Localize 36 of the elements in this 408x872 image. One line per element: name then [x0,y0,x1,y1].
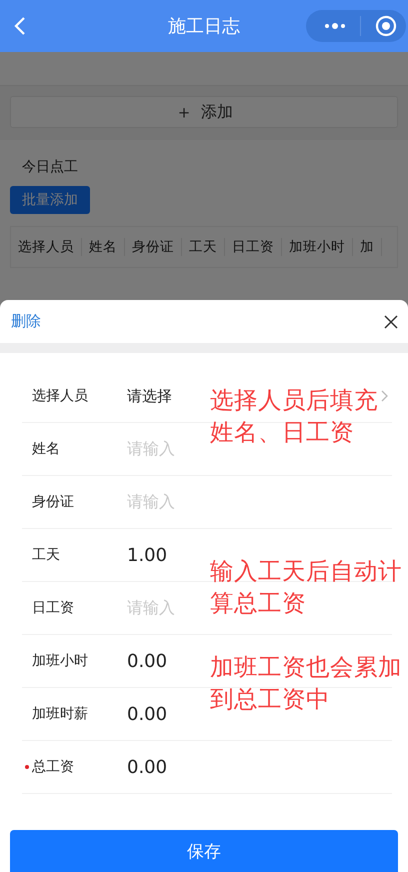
annotation-text: 输入工天后自动计 [210,556,402,587]
column-header: 加 [353,238,382,256]
annotation-text: 加班工资也会累加 [210,652,402,683]
annotation-text: 选择人员后填充 [210,385,378,416]
target-icon[interactable] [375,15,397,37]
batch-add-button[interactable]: 批量添加 [10,186,90,214]
save-button[interactable]: 保存 [10,830,398,872]
column-header: 加班小时 [282,238,353,256]
input-field[interactable]: 0.00 [127,650,168,672]
chevron-icon [381,390,388,402]
column-header: 选择人员 [11,238,82,256]
nav-title: 施工日志 [168,15,240,38]
field-label: 总工资 [22,758,127,776]
annotation-text: 算总工资 [210,588,307,619]
delete-link[interactable]: 删除 [11,312,41,331]
section-title: 今日点工 [21,158,79,177]
field-label: 姓名 [31,440,61,458]
field-label: 工天 [31,546,61,564]
column-header: 姓名 [82,238,125,256]
field-label: 加班时薪 [31,705,89,723]
input-field[interactable]: 0.00 [127,756,168,778]
add-button[interactable]: ＋ 添加 [10,96,398,128]
select-field[interactable]: 请选择 [127,386,172,406]
field-label: 选择人员 [31,387,89,405]
back-icon[interactable] [14,16,26,36]
input-field[interactable]: 1.00 [127,544,168,566]
field-label: 加班小时 [31,652,89,670]
annotation-text: 姓名、日工资 [210,416,355,448]
column-header: 工天 [182,238,225,256]
annotation-text: 到总工资中 [210,684,331,715]
field-label: 身份证 [31,493,75,511]
input-field[interactable]: 0.00 [127,704,168,724]
column-header: 日工资 [225,238,282,256]
field-label: 日工资 [31,599,75,617]
more-icon[interactable] [324,22,346,30]
column-header: 身份证 [125,238,182,256]
